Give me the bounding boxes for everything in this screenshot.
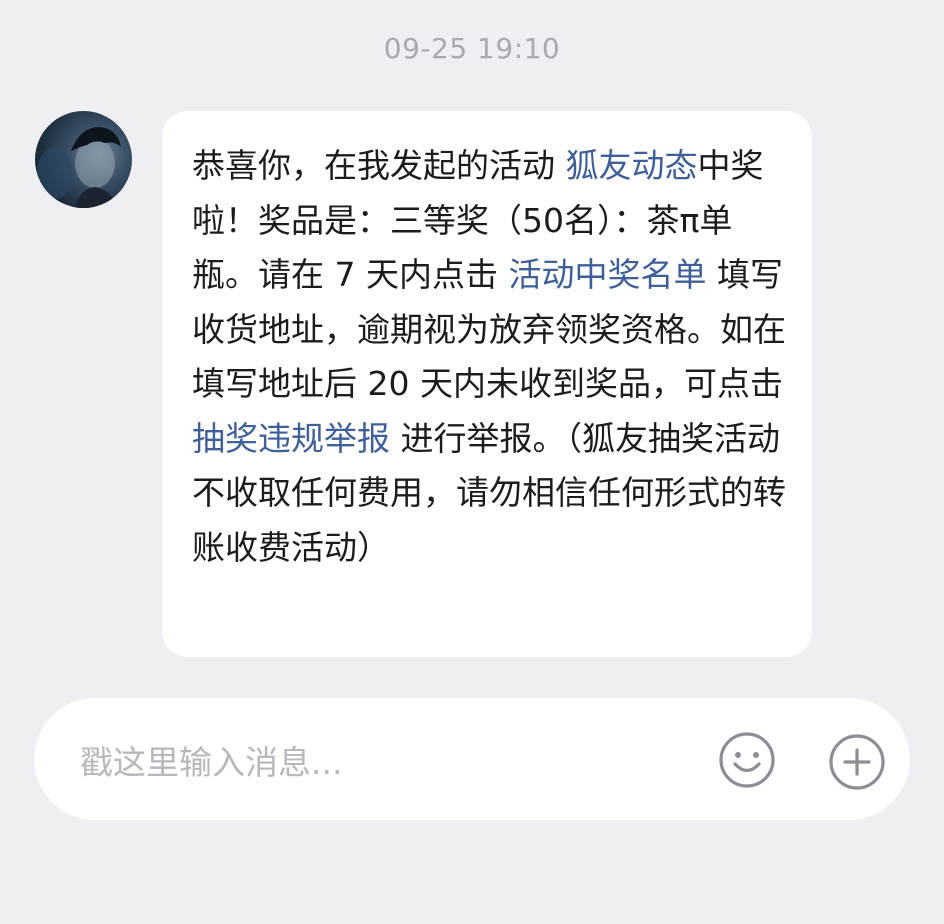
message-link[interactable]: 活动中奖名单 (508, 255, 706, 294)
avatar-portrait-icon (37, 127, 121, 208)
smiley-face-icon (719, 732, 775, 788)
add-attachment-button[interactable] (828, 733, 886, 791)
message-link[interactable]: 狐友动态 (566, 146, 698, 185)
message-input[interactable]: 戳这里输入消息... (80, 736, 342, 784)
message-link[interactable]: 抽奖违规举报 (192, 419, 390, 458)
message-text: 恭喜你，在我发起的活动 (192, 146, 566, 185)
emoji-button[interactable] (718, 731, 776, 789)
plus-circle-icon (829, 734, 885, 790)
message-composer: 戳这里输入消息... (34, 698, 910, 820)
chat-timestamp: 09-25 19:10 (383, 32, 561, 65)
sender-avatar[interactable] (35, 111, 132, 208)
message-bubble: 恭喜你，在我发起的活动 狐友动态中奖啦！奖品是：三等奖（50名）：茶π单瓶。请在… (162, 111, 812, 657)
